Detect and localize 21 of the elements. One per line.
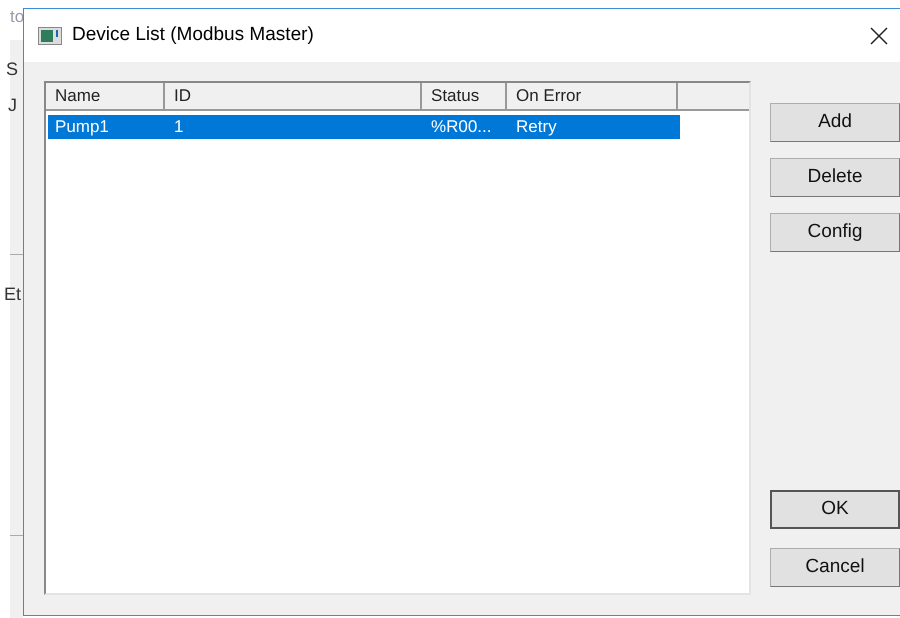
column-header[interactable]: ID — [165, 83, 422, 111]
background-text: S — [6, 60, 20, 78]
background-text: Et — [4, 285, 22, 303]
column-header[interactable]: On Error — [507, 83, 678, 111]
dialog-button[interactable]: Add — [770, 103, 900, 142]
table-cell-text: %R00... — [430, 116, 492, 138]
table-row[interactable]: Pump1 1 %R00... Retry — [48, 115, 680, 139]
table-cell-text: Retry — [515, 116, 558, 138]
window-app-icon — [38, 26, 62, 44]
dialog-button[interactable]: Delete — [770, 158, 900, 197]
window-title: Device List (Modbus Master) — [72, 23, 315, 48]
close-icon[interactable] — [870, 26, 888, 44]
background-text: J — [8, 96, 18, 114]
column-header[interactable]: Name — [46, 83, 165, 111]
dialog-button[interactable]: Cancel — [770, 548, 900, 587]
dialog-button[interactable]: OK — [770, 490, 900, 529]
dialog-button[interactable]: Config — [770, 213, 900, 252]
table-cell-text: 1 — [173, 116, 184, 138]
background-text: to — [10, 8, 23, 25]
table-cell-text: Pump1 — [54, 116, 110, 138]
column-header[interactable]: Status — [422, 83, 507, 111]
